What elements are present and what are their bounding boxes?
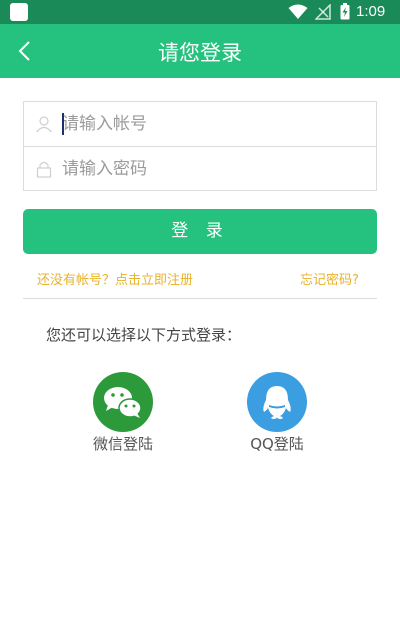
password-input[interactable] bbox=[62, 153, 362, 185]
wechat-login-label: 微信登陆 bbox=[92, 435, 153, 453]
battery-charging-icon bbox=[340, 3, 350, 20]
lock-icon bbox=[36, 161, 52, 178]
qq-icon-circle bbox=[247, 372, 307, 432]
forgot-password-link[interactable]: 忘记密码? bbox=[300, 269, 359, 288]
account-row bbox=[24, 102, 376, 146]
qq-login-button[interactable]: QQ登陆 bbox=[217, 372, 337, 454]
text-caret bbox=[62, 113, 64, 135]
login-button[interactable]: 登 录 bbox=[23, 209, 377, 254]
login-form bbox=[23, 101, 377, 191]
divider bbox=[23, 298, 377, 299]
header-bar: 请您登录 bbox=[0, 24, 400, 78]
wifi-icon bbox=[288, 4, 308, 19]
password-row bbox=[24, 146, 376, 190]
user-icon bbox=[36, 116, 52, 133]
wechat-login-button[interactable]: 微信登陆 bbox=[63, 372, 183, 454]
other-login-prompt: 您还可以选择以下方式登录： bbox=[46, 326, 242, 344]
wechat-icon bbox=[104, 387, 142, 418]
account-input[interactable] bbox=[62, 108, 362, 140]
register-link[interactable]: 还没有帐号？点击立即注册 bbox=[37, 269, 193, 288]
no-signal-icon bbox=[315, 4, 331, 20]
app-icon bbox=[10, 3, 28, 21]
status-time: 1:09 bbox=[356, 3, 386, 20]
qq-icon bbox=[263, 386, 291, 419]
page-title: 请您登录 bbox=[158, 41, 242, 65]
status-bar: 1:09 bbox=[0, 0, 400, 24]
wechat-icon-circle bbox=[93, 372, 153, 432]
qq-login-label: QQ登陆 bbox=[250, 435, 304, 453]
